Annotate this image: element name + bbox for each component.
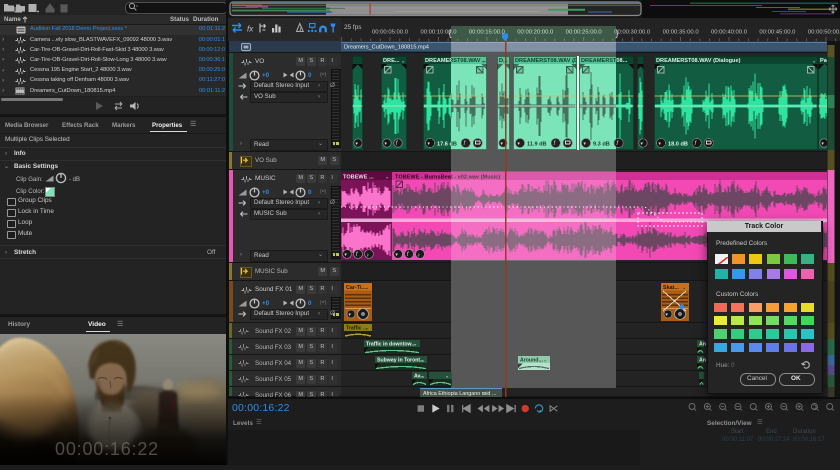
svg-text:⌄: ⌄ bbox=[413, 342, 417, 348]
svg-text:⌄: ⌄ bbox=[628, 59, 632, 65]
svg-text:00:00:30:00.0: 00:00:30:00.0 bbox=[614, 30, 651, 36]
svg-text:}: } bbox=[615, 28, 618, 38]
svg-text:⌄: ⌄ bbox=[812, 59, 816, 65]
svg-text:Subway in Toront...: Subway in Toront... bbox=[377, 358, 425, 364]
svg-text:Skat...: Skat... bbox=[663, 285, 679, 291]
svg-text:♪: ♪ bbox=[366, 252, 369, 258]
svg-text:An: An bbox=[699, 342, 706, 348]
svg-text:00:00:15:00.0: 00:00:15:00.0 bbox=[469, 30, 506, 36]
svg-text:DREAMERST08.WAV (Dialogue): DREAMERST08.WAV (Dialogue) bbox=[656, 58, 741, 64]
svg-text:⌄: ⌄ bbox=[420, 374, 424, 380]
svg-text:⌄: ⌄ bbox=[385, 175, 389, 181]
svg-text:00:00:10:00.0: 00:00:10:00.0 bbox=[420, 30, 457, 36]
svg-text:18.0 dB: 18.0 dB bbox=[668, 142, 688, 148]
svg-text:DRE...: DRE... bbox=[383, 58, 400, 64]
svg-text:♪: ♪ bbox=[417, 252, 420, 258]
svg-text:⌄: ⌄ bbox=[420, 358, 424, 364]
svg-text:00:00:25:00.0: 00:00:25:00.0 bbox=[566, 30, 603, 36]
svg-text:00:00:35:00.0: 00:00:35:00.0 bbox=[663, 30, 700, 36]
svg-text:Dreamers_CutDown_180815.mp4: Dreamers_CutDown_180815.mp4 bbox=[344, 45, 429, 51]
svg-text:00:00:05:00.0: 00:00:05:00.0 bbox=[372, 30, 409, 36]
svg-text:00:00:40:00.0: 00:00:40:00.0 bbox=[711, 30, 748, 36]
svg-text:TOBEWE ...: TOBEWE ... bbox=[343, 175, 374, 181]
svg-text:⌄: ⌄ bbox=[682, 285, 686, 291]
svg-text:{: { bbox=[448, 28, 451, 38]
svg-text:An: An bbox=[699, 358, 706, 364]
svg-text:Traffic in downtow...: Traffic in downtow... bbox=[366, 342, 416, 348]
svg-text:⌄: ⌄ bbox=[401, 59, 405, 65]
svg-text:⌄: ⌄ bbox=[365, 326, 369, 332]
svg-text:Car-Ti...: Car-Ti... bbox=[346, 285, 366, 291]
svg-text:⌄: ⌄ bbox=[445, 374, 449, 380]
svg-text:⌄: ⌄ bbox=[365, 285, 369, 291]
svg-text:00:00:16:22: 00:00:16:22 bbox=[55, 439, 159, 459]
svg-text:fx: fx bbox=[247, 24, 254, 33]
svg-text:00:00:50:00.0: 00:00:50:00.0 bbox=[808, 30, 840, 36]
svg-text:Pa: Pa bbox=[820, 58, 828, 64]
svg-text:00:00:45:00.0: 00:00:45:00.0 bbox=[759, 30, 796, 36]
svg-text:00:00:20:00.0: 00:00:20:00.0 bbox=[517, 30, 554, 36]
